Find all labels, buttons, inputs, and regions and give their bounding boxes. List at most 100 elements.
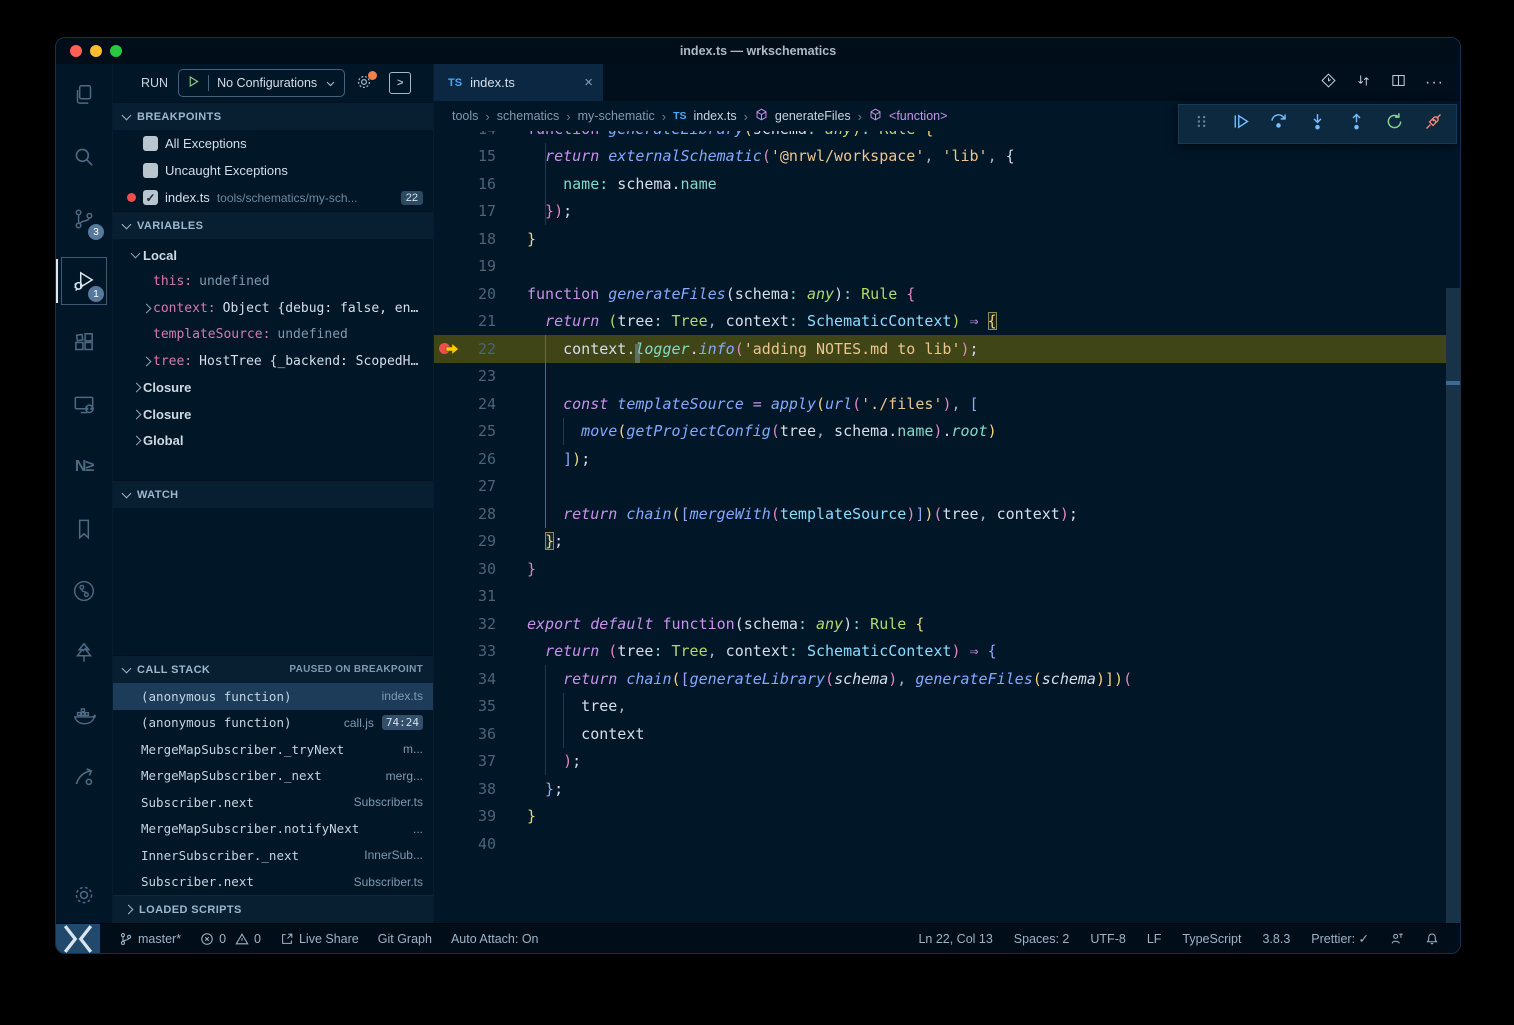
breakpoint-checkbox[interactable] (143, 163, 158, 178)
gutter-line-38[interactable]: 38 (434, 780, 527, 798)
variable-scope-row[interactable]: Closure (113, 375, 433, 402)
call-stack-frame[interactable]: MergeMapSubscriber._tryNextm... (113, 736, 433, 763)
problems-status[interactable]: 0 0 (200, 932, 261, 946)
gutter-line-24[interactable]: 24 (434, 395, 527, 413)
variable-scope-row[interactable]: Global (113, 428, 433, 455)
tab-index-ts[interactable]: TS index.ts × (434, 64, 603, 101)
code-line-21[interactable]: 21 return (tree: Tree, context: Schemati… (434, 308, 1446, 336)
nx-console-icon[interactable]: N≥ (56, 436, 112, 498)
gutter-line-27[interactable]: 27 (434, 477, 527, 495)
code-line-26[interactable]: 26 ]); (434, 445, 1446, 473)
breadcrumb-item[interactable]: schematics (497, 109, 560, 123)
code-line-24[interactable]: 24 const templateSource = apply(url('./f… (434, 390, 1446, 418)
editor-scrollbar[interactable] (1446, 131, 1460, 923)
code-line-18[interactable]: 18} (434, 225, 1446, 253)
variable-row[interactable]: this:undefined (113, 269, 433, 296)
breadcrumb-item[interactable]: index.ts (693, 109, 736, 123)
breadcrumb-item[interactable]: generateFiles (775, 109, 851, 123)
eol-status[interactable]: LF (1147, 932, 1162, 946)
live-share-status[interactable]: Live Share (280, 932, 359, 946)
call-stack-frame[interactable]: (anonymous function)index.ts (113, 683, 433, 710)
docker-icon[interactable] (56, 684, 112, 746)
typescript-version-status[interactable]: 3.8.3 (1262, 932, 1290, 946)
code-line-31[interactable]: 31 (434, 583, 1446, 611)
settings-gear-icon[interactable] (56, 867, 112, 923)
gutter-line-19[interactable]: 19 (434, 257, 527, 275)
gutter-line-33[interactable]: 33 (434, 642, 527, 660)
code-line-38[interactable]: 38 }; (434, 775, 1446, 803)
code-line-17[interactable]: 17 }); (434, 198, 1446, 226)
call-stack-section-header[interactable]: CALL STACK PAUSED ON BREAKPOINT (113, 655, 433, 683)
bookmarks-icon[interactable] (56, 498, 112, 560)
gutter-line-34[interactable]: 34 (434, 670, 527, 688)
drag-handle-icon[interactable] (1191, 111, 1212, 137)
explorer-icon[interactable] (56, 64, 112, 126)
cursor-position-status[interactable]: Ln 22, Col 13 (918, 932, 992, 946)
gutter-line-15[interactable]: 15 (434, 147, 527, 165)
breakpoints-section-header[interactable]: BREAKPOINTS (113, 102, 433, 130)
git-graph-status[interactable]: Git Graph (378, 932, 432, 946)
code-line-25[interactable]: 25 move(getProjectConfig(tree, schema.na… (434, 418, 1446, 446)
gutter-line-22[interactable]: 22 (434, 340, 527, 358)
auto-attach-status[interactable]: Auto Attach: On (451, 932, 539, 946)
gutter-line-20[interactable]: 20 (434, 285, 527, 303)
code-line-33[interactable]: 33 return (tree: Tree, context: Schemati… (434, 638, 1446, 666)
git-branch-status[interactable]: master* (119, 932, 181, 946)
gutter-line-16[interactable]: 16 (434, 175, 527, 193)
gutter-line-37[interactable]: 37 (434, 752, 527, 770)
step-into-button[interactable] (1307, 111, 1328, 137)
indentation-status[interactable]: Spaces: 2 (1014, 932, 1070, 946)
watch-section-header[interactable]: WATCH (113, 480, 433, 508)
gutter-line-30[interactable]: 30 (434, 560, 527, 578)
step-over-button[interactable] (1268, 111, 1289, 137)
call-stack-frame[interactable]: MergeMapSubscriber._nextmerg... (113, 763, 433, 790)
split-editor-icon[interactable] (1390, 72, 1407, 94)
disconnect-button[interactable] (1423, 111, 1444, 137)
call-stack-frame[interactable]: Subscriber.nextSubscriber.ts (113, 789, 433, 816)
gutter-line-14[interactable]: 14 (434, 131, 527, 138)
code-line-37[interactable]: 37 ); (434, 748, 1446, 776)
code-line-32[interactable]: 32export default function(schema: any): … (434, 610, 1446, 638)
code-line-23[interactable]: 23 (434, 363, 1446, 391)
code-line-35[interactable]: 35 tree, (434, 693, 1446, 721)
gitlens-compare-icon[interactable] (1320, 72, 1337, 94)
variable-row[interactable]: templateSource:undefined (113, 322, 433, 349)
gutter-line-39[interactable]: 39 (434, 807, 527, 825)
todo-tree-icon[interactable] (56, 622, 112, 684)
code-line-29[interactable]: 29 }; (434, 528, 1446, 556)
variables-section-header[interactable]: VARIABLES (113, 211, 433, 239)
code-line-39[interactable]: 39} (434, 803, 1446, 831)
code-line-28[interactable]: 28 return chain([mergeWith(templateSourc… (434, 500, 1446, 528)
launch-configuration-dropdown[interactable]: No Configurations (178, 69, 345, 97)
restart-button[interactable] (1384, 111, 1405, 137)
gutter-line-26[interactable]: 26 (434, 450, 527, 468)
code-line-40[interactable]: 40 (434, 830, 1446, 858)
close-tab-icon[interactable]: × (584, 74, 593, 91)
variable-scope-row[interactable]: Local (113, 242, 433, 269)
run-debug-icon[interactable]: 1 (56, 250, 112, 312)
gutter-line-32[interactable]: 32 (434, 615, 527, 633)
gutter-line-35[interactable]: 35 (434, 697, 527, 715)
variable-row[interactable]: tree:HostTree {_backend: ScopedH… (113, 348, 433, 375)
code-line-20[interactable]: 20function generateFiles(schema: any): R… (434, 280, 1446, 308)
start-debug-icon[interactable] (187, 75, 200, 91)
feedback-icon[interactable] (1390, 932, 1404, 946)
code-editor[interactable]: 14function generateLibrary(schema: any):… (434, 131, 1460, 923)
debug-console-icon[interactable]: > (389, 72, 411, 94)
breakpoint-row[interactable]: Uncaught Exceptions (113, 157, 433, 184)
code-line-22[interactable]: 22 context.logger.info('adding NOTES.md … (434, 335, 1446, 363)
call-stack-frame[interactable]: InnerSubscriber._nextInnerSub... (113, 842, 433, 869)
source-control-icon[interactable]: 3 (56, 188, 112, 250)
code-line-36[interactable]: 36 context (434, 720, 1446, 748)
share-arrow-icon[interactable] (56, 746, 112, 808)
gutter-line-31[interactable]: 31 (434, 587, 527, 605)
more-actions-icon[interactable]: ··· (1425, 74, 1444, 92)
call-stack-frame[interactable]: Subscriber.nextSubscriber.ts (113, 869, 433, 896)
gitlens-icon[interactable] (56, 560, 112, 622)
code-line-15[interactable]: 15 return externalSchematic('@nrwl/works… (434, 143, 1446, 171)
open-changes-icon[interactable] (1355, 72, 1372, 94)
step-out-button[interactable] (1346, 111, 1367, 137)
gutter-line-25[interactable]: 25 (434, 422, 527, 440)
remote-indicator[interactable] (56, 924, 100, 953)
configure-gear-icon[interactable] (355, 73, 373, 94)
